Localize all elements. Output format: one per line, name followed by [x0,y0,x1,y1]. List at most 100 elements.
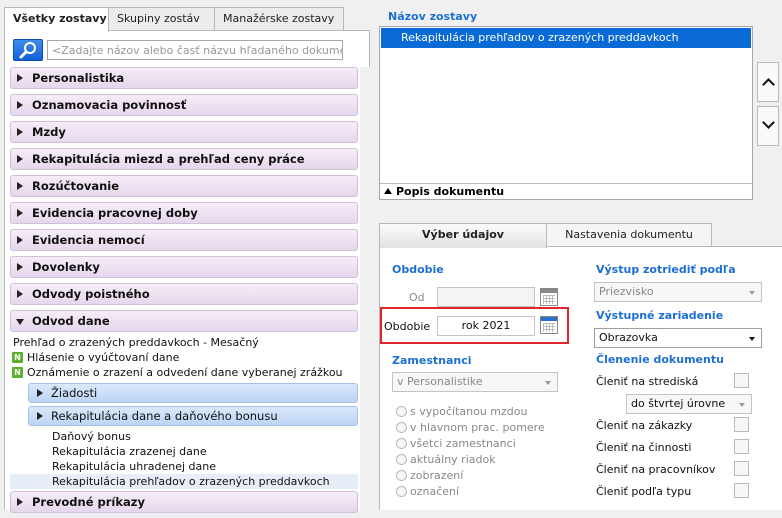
caret-up-icon [384,188,392,194]
category-label: Oznamovacia povinnosť [32,98,187,112]
document-breakdown-title: Členenie dokumentu [596,353,724,366]
category-label: Mzdy [32,125,66,139]
category-label: Rozúčtovanie [32,179,120,193]
chevron-down-icon [749,337,755,341]
expand-arrow-icon [17,263,23,271]
category-dovolenky[interactable]: Dovolenky [10,256,358,278]
expand-arrow-icon [17,128,23,136]
description-label: Popis dokumentu [396,185,505,198]
list-item[interactable]: Prehľad o zrazených preddavkoch - Mesačn… [10,335,358,350]
radio-label: označení [410,485,460,498]
category-odvody-poistneho[interactable]: Odvody poistného [10,283,358,305]
tab-data-selection[interactable]: Výber údajov [379,223,547,248]
list-item[interactable]: Daňový bonus [10,429,358,444]
breakdown-centers-label: Členiť na strediská [596,375,699,388]
odvod-dane-items: Prehľad o zrazených preddavkoch - Mesačn… [10,335,358,489]
item-label: Oznámenie o zrazení a odvedení dane vybe… [27,366,343,379]
radio-displayed[interactable]: zobrazení [396,469,463,483]
search-bar [13,39,345,61]
level-select-value: do štvrtej úrovne [631,397,726,410]
tab-document-settings[interactable]: Nastavenia dokumentu [546,223,712,247]
subcategory-label: Žiadosti [51,386,98,400]
new-badge: N [12,367,23,378]
tree-scrollbar[interactable] [360,67,370,511]
radio-label: s vypočítanou mzdou [410,405,528,418]
category-label: Odvody poistného [32,287,150,301]
radio-marked[interactable]: označení [396,485,459,499]
category-odvod-dane[interactable]: Odvod dane [10,310,358,332]
subcategory-ziadosti[interactable]: Žiadosti [28,383,358,403]
tab-all-reports[interactable]: Všetky zostavy [4,7,109,32]
period-field[interactable]: rok 2021 [437,316,535,336]
sort-select[interactable]: Priezvisko [594,282,762,302]
list-item[interactable]: N Oznámenie o zrazení a odvedení dane vyb… [10,365,358,380]
category-label: Odvod dane [32,314,110,328]
expand-arrow-icon [37,412,43,420]
category-evidencia-nemoci[interactable]: Evidencia nemocí [10,229,358,251]
tab-manager-reports[interactable]: Manažérske zostavy [214,7,344,31]
move-down-button[interactable] [757,106,779,146]
search-button[interactable] [13,39,43,61]
chevron-down-icon [545,381,551,385]
expand-arrow-icon [17,236,23,244]
period-label: Obdobie [384,320,431,333]
subcategory-label: Rekapitulácia dane a daňového bonusu [51,409,278,423]
category-label: Personalistika [32,71,125,85]
category-label: Prevodné príkazy [32,495,145,509]
from-field[interactable] [437,287,535,307]
category-label: Evidencia nemocí [32,233,145,247]
radio-label: v hlavnom prac. pomere [410,421,545,434]
radio-label: zobrazení [410,469,464,482]
employees-select[interactable]: v Personalistike [392,372,558,392]
output-device-select[interactable]: Obrazovka [594,328,762,348]
breakdown-activities-checkbox[interactable] [734,439,749,454]
output-device-title: Výstupné zariadenie [596,309,724,322]
expand-arrow-icon [17,182,23,190]
collapse-arrow-icon [16,319,24,325]
list-item[interactable]: N Hlásenie o vyúčtovaní dane [10,350,358,365]
chevron-up-icon [762,78,775,91]
breakdown-activities-label: Členiť na činnosti [596,441,692,454]
radio-with-salary[interactable]: s vypočítanou mzdou [396,405,527,419]
sort-select-value: Priezvisko [599,285,654,298]
from-label: Od [409,291,425,304]
employees-section-title: Zamestnanci [392,354,472,367]
move-up-button[interactable] [757,62,779,102]
breakdown-workers-checkbox[interactable] [734,461,749,476]
category-personalistika[interactable]: Personalistika [10,67,358,89]
list-item[interactable]: Rekapitulácia uhradenej dane [10,459,358,474]
report-name-title: Názov zostavy [388,10,478,23]
category-rekapitulacia-miezd[interactable]: Rekapitulácia miezd a prehľad ceny práce [10,148,358,170]
document-description-toggle[interactable]: Popis dokumentu [380,183,752,199]
expand-arrow-icon [17,74,23,82]
category-mzdy[interactable]: Mzdy [10,121,358,143]
breakdown-type-checkbox[interactable] [734,483,749,498]
category-evidencia-pracovnej-doby[interactable]: Evidencia pracovnej doby [10,202,358,224]
chevron-down-icon [739,403,745,407]
expand-arrow-icon [37,389,43,397]
expand-arrow-icon [17,101,23,109]
radio-label: všetci zamestnanci [410,437,516,450]
list-item[interactable]: Rekapitulácia zrazenej dane [10,444,358,459]
radio-current-row[interactable]: aktuálny riadok [396,453,496,467]
calendar-icon[interactable] [540,288,558,306]
breakdown-centers-checkbox[interactable] [734,373,749,388]
report-list-item-selected[interactable]: Rekapitulácia prehľadov o zrazených pred… [381,28,751,48]
level-select[interactable]: do štvrtej úrovne [626,394,752,414]
breakdown-type-label: Členiť podľa typu [596,485,692,498]
breakdown-orders-checkbox[interactable] [734,417,749,432]
category-rozuctovanie[interactable]: Rozúčtovanie [10,175,358,197]
radio-label: aktuálny riadok [410,453,496,466]
category-label: Evidencia pracovnej doby [32,206,198,220]
tab-report-groups[interactable]: Skupiny zostáv [108,7,215,31]
employees-select-value: v Personalistike [397,375,483,388]
search-input[interactable] [47,40,343,60]
radio-main-employment[interactable]: v hlavnom prac. pomere [396,421,545,435]
category-oznamovacia-povinnost[interactable]: Oznamovacia povinnosť [10,94,358,116]
list-item-selected[interactable]: Rekapitulácia prehľadov o zrazených pred… [10,474,358,489]
expand-arrow-icon [17,209,23,217]
subcategory-rekapitulacia-dane[interactable]: Rekapitulácia dane a daňového bonusu [28,406,358,426]
radio-all-employees[interactable]: všetci zamestnanci [396,437,516,451]
breakdown-orders-label: Členiť na zákazky [596,419,693,432]
calendar-icon[interactable] [540,316,558,334]
